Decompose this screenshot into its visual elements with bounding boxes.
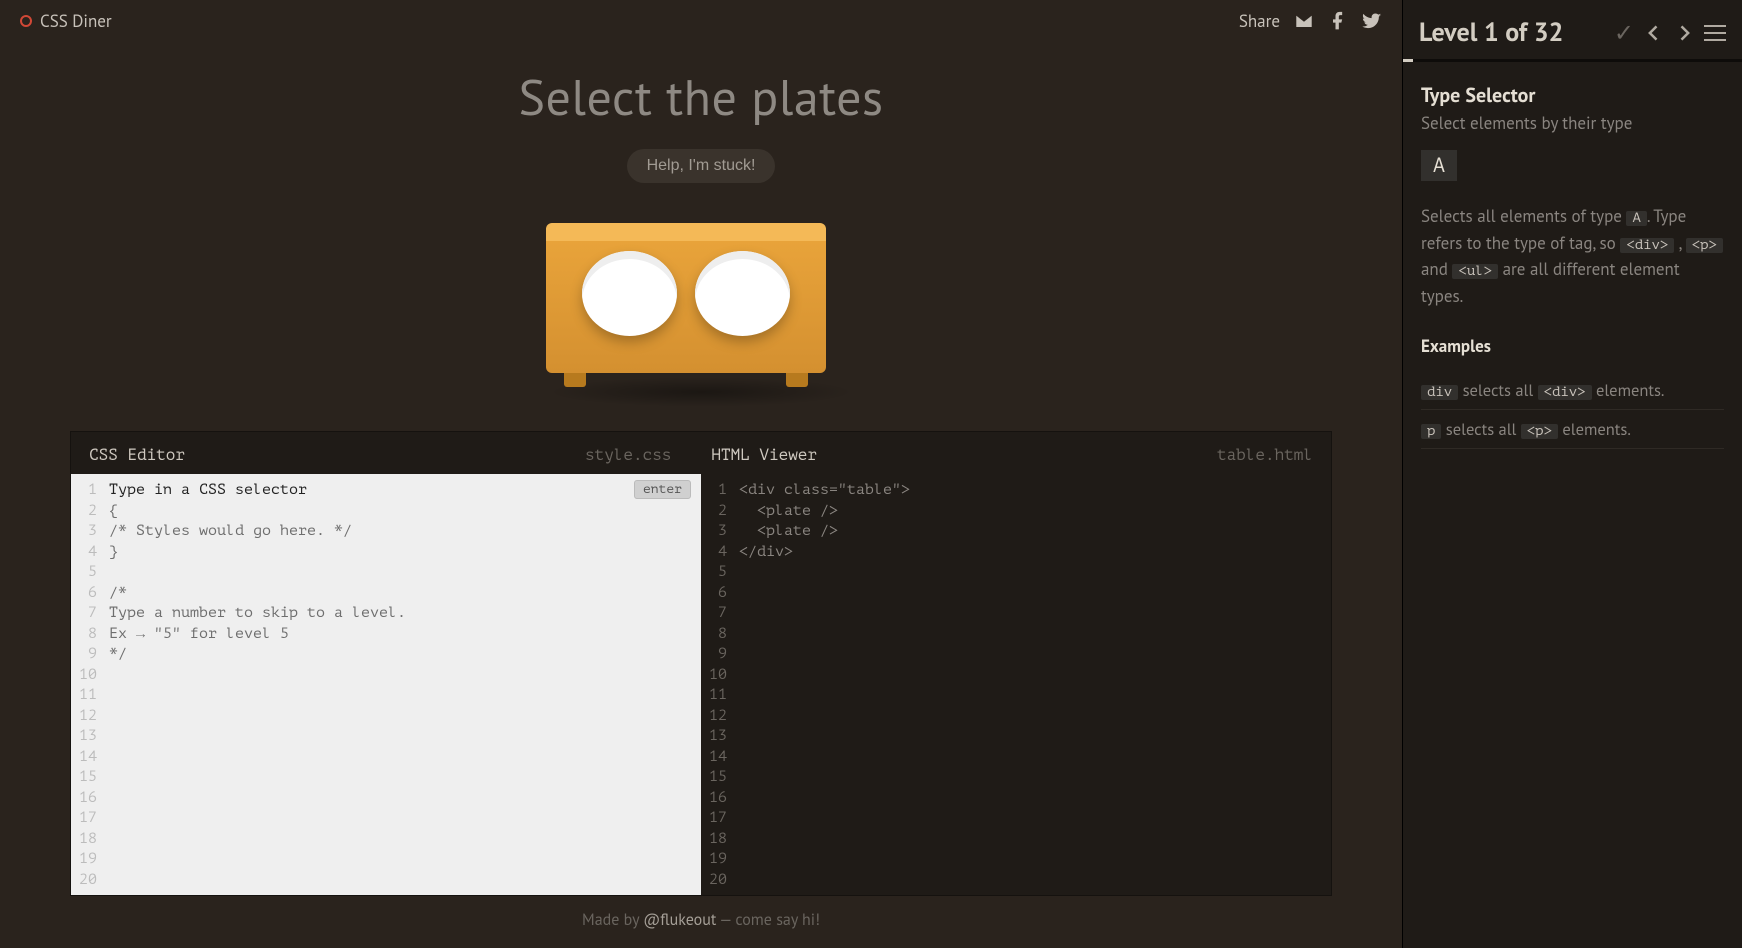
next-level-button[interactable] [1674,23,1694,43]
logo-icon [20,15,32,27]
footer-suffix: — come say hi! [716,910,820,930]
footer-prefix: Made by [582,910,643,930]
plate[interactable] [695,251,790,336]
selector-subtitle: Select elements by their type [1421,112,1724,134]
facebook-icon[interactable] [1328,11,1348,31]
footer-author[interactable]: @flukeout [643,910,716,930]
css-file-name: style.css [585,446,671,464]
selector-title: Type Selector [1421,82,1724,108]
help-button[interactable]: Help, I'm stuck! [627,149,776,183]
example-item: p selects all <p> elements. [1421,410,1724,449]
html-code: <div class="table"> <plate /> <plate /> … [735,474,1331,895]
level-indicator: Level 1 of 32 [1419,16,1600,49]
html-gutter: 1 2 3 4 5 6 7 8 9 10 11 12 13 14 15 16 1… [701,474,735,895]
css-gutter: 1 2 3 4 5 6 7 8 9 10 11 12 13 14 15 16 1… [71,474,105,895]
examples-title: Examples [1421,335,1724,357]
help-text: Selects all elements of type A. Type ref… [1421,203,1724,309]
menu-icon[interactable] [1704,20,1726,46]
syntax-example: A [1421,150,1457,181]
share-label: Share [1239,10,1280,32]
game-table [0,223,1402,407]
prev-level-button[interactable] [1644,23,1664,43]
enter-button[interactable]: enter [634,480,691,499]
example-item: div selects all <div> elements. [1421,371,1724,410]
sidebar: Level 1 of 32 ✓ Type Selector Select ele… [1402,0,1742,948]
html-file-name: table.html [1217,446,1313,464]
hero: Select the plates Help, I'm stuck! [0,64,1402,183]
plate[interactable] [582,251,677,336]
logo-text: CSS Diner [40,10,112,32]
checkmark-icon: ✓ [1614,17,1634,48]
css-input[interactable]: Type in a CSS selector { /* Styles would… [105,474,701,895]
footer: Made by @flukeout — come say hi! [0,910,1402,930]
html-pane: 1 2 3 4 5 6 7 8 9 10 11 12 13 14 15 16 1… [701,474,1331,895]
page-title: Select the plates [0,64,1402,129]
html-viewer-title: HTML Viewer [711,446,817,464]
email-icon[interactable] [1294,11,1314,31]
twitter-icon[interactable] [1362,11,1382,31]
css-pane: 1 2 3 4 5 6 7 8 9 10 11 12 13 14 15 16 1… [71,474,701,895]
share-links: Share [1239,10,1382,32]
header: CSS Diner Share [0,0,1402,42]
progress-bar [1403,59,1742,62]
editor: CSS Editor style.css HTML Viewer table.h… [70,431,1332,896]
css-editor-title: CSS Editor [89,446,185,464]
logo: CSS Diner [20,10,112,32]
